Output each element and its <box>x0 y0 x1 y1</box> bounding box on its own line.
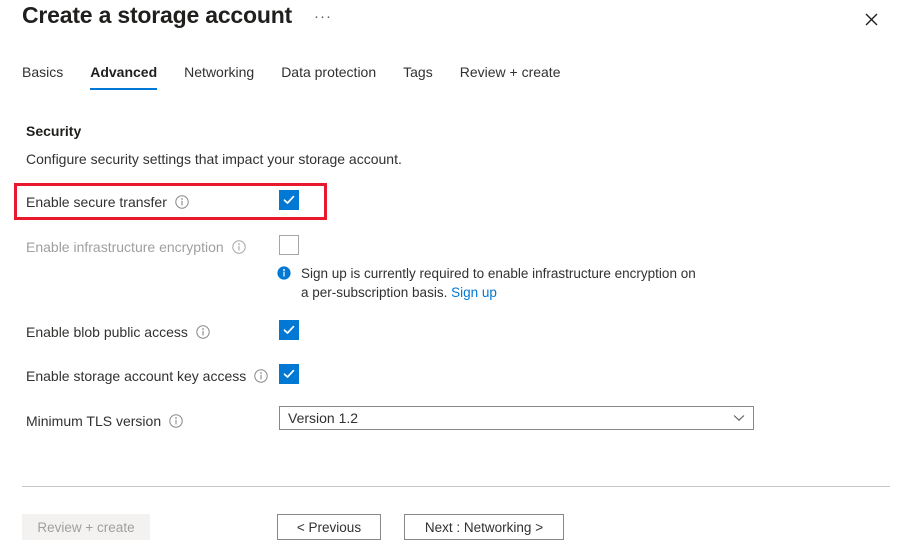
close-button[interactable] <box>856 4 886 34</box>
info-message-body: Sign up is currently required to enable … <box>301 266 696 300</box>
tab-advanced[interactable]: Advanced <box>90 64 157 90</box>
checkbox-enable-storage-account-key-access[interactable] <box>279 364 299 384</box>
info-icon[interactable] <box>196 325 210 339</box>
info-filled-icon <box>277 266 291 280</box>
check-icon <box>280 367 298 381</box>
info-message-text: Sign up is currently required to enable … <box>301 264 702 302</box>
label-enable-secure-transfer: Enable secure transfer <box>26 194 167 210</box>
tab-tags-label: Tags <box>403 64 433 80</box>
info-icon[interactable] <box>231 240 246 254</box>
checkbox-enable-infrastructure-encryption <box>279 235 299 255</box>
row-minimum-tls-version: Minimum TLS version <box>26 409 183 433</box>
section-description: Configure security settings that impact … <box>26 151 402 167</box>
next-networking-button[interactable]: Next : Networking > <box>404 514 564 540</box>
info-message-infrastructure-encryption: Sign up is currently required to enable … <box>277 264 702 302</box>
tab-tags[interactable]: Tags <box>403 64 433 90</box>
tab-advanced-label: Advanced <box>90 64 158 80</box>
check-icon <box>280 323 298 337</box>
label-enable-infrastructure-encryption: Enable infrastructure encryption <box>26 239 224 255</box>
section-heading-security: Security <box>26 123 82 139</box>
more-options-icon[interactable]: ··· <box>314 8 332 26</box>
blade-header: Create a storage account ··· <box>0 0 900 48</box>
check-icon <box>280 193 298 207</box>
tab-basics[interactable]: Basics <box>22 64 63 90</box>
review-create-button[interactable]: Review + create <box>22 514 150 540</box>
previous-button[interactable]: < Previous <box>277 514 381 540</box>
checkbox-enable-blob-public-access[interactable] <box>279 320 299 340</box>
dropdown-minimum-tls-version[interactable]: Version 1.2 <box>279 406 754 430</box>
row-enable-secure-transfer: Enable secure transfer <box>26 190 189 214</box>
row-enable-storage-account-key-access: Enable storage account key access <box>26 364 268 388</box>
tab-networking-label: Networking <box>184 64 255 80</box>
tab-review-create-label: Review + create <box>459 64 561 80</box>
label-enable-storage-account-key-access: Enable storage account key access <box>26 368 247 384</box>
close-icon <box>865 13 878 26</box>
info-icon[interactable] <box>169 414 183 428</box>
label-enable-blob-public-access: Enable blob public access <box>26 324 188 340</box>
row-enable-infrastructure-encryption: Enable infrastructure encryption <box>26 235 246 259</box>
info-icon[interactable] <box>254 369 268 383</box>
page-title: Create a storage account <box>22 2 293 28</box>
tab-bar: Basics Advanced Networking Data protecti… <box>22 64 900 94</box>
tab-review-create[interactable]: Review + create <box>460 64 561 90</box>
checkbox-enable-secure-transfer[interactable] <box>279 190 299 210</box>
tab-data-protection[interactable]: Data protection <box>281 64 376 90</box>
footer: Review + create < Previous Next : Networ… <box>0 505 900 545</box>
chevron-down-icon <box>733 414 753 422</box>
footer-divider <box>22 486 890 487</box>
sign-up-link[interactable]: Sign up <box>451 285 497 300</box>
tab-networking[interactable]: Networking <box>184 64 254 90</box>
dropdown-selected-value: Version 1.2 <box>288 410 359 426</box>
tab-basics-label: Basics <box>22 64 64 80</box>
row-enable-blob-public-access: Enable blob public access <box>26 320 210 344</box>
label-minimum-tls-version: Minimum TLS version <box>26 413 162 429</box>
info-icon[interactable] <box>175 195 189 209</box>
tab-data-protection-label: Data protection <box>281 64 377 80</box>
